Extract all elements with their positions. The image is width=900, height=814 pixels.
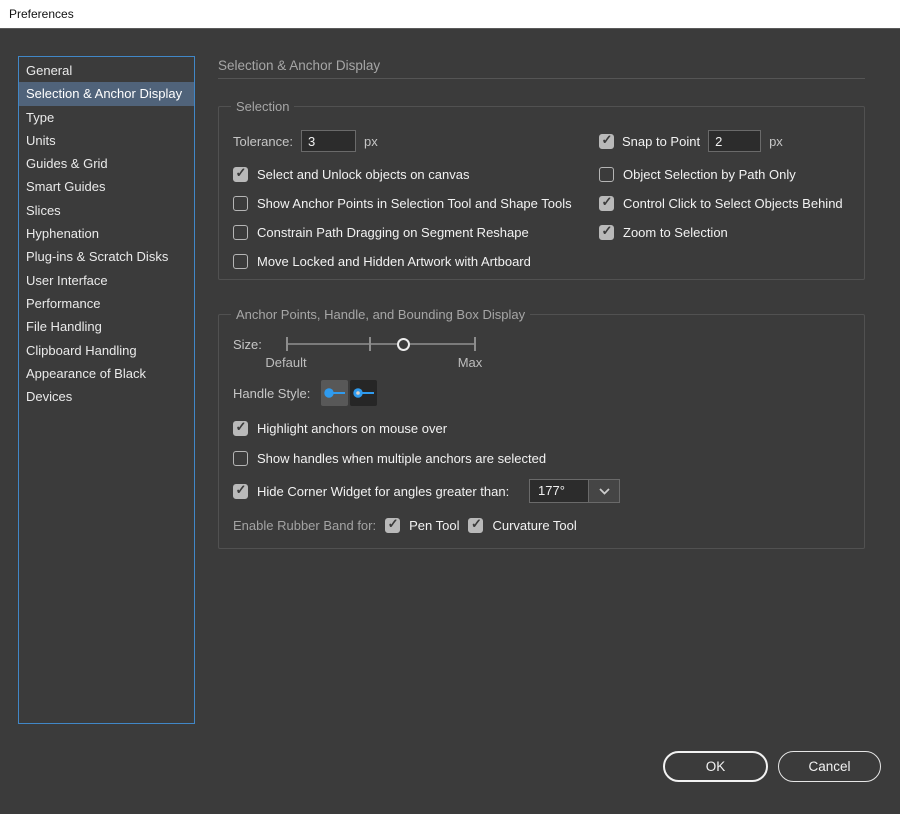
pen-tool-checkbox[interactable] (385, 518, 400, 533)
zoom-to-selection-checkbox[interactable] (599, 225, 614, 240)
checkbox-row: Object Selection by Path Only (599, 166, 796, 182)
slider-tick (369, 337, 371, 351)
tolerance-row: Tolerance: px (233, 130, 378, 152)
sidebar-item-clipboard-handling[interactable]: Clipboard Handling (19, 339, 194, 362)
sidebar-item-general[interactable]: General (19, 59, 194, 82)
sidebar-item-file-handling[interactable]: File Handling (19, 315, 194, 338)
sidebar-item-slices[interactable]: Slices (19, 199, 194, 222)
snap-to-point-row: Snap to Point px (599, 130, 783, 152)
slider-tick (474, 337, 476, 351)
checkbox-row: Zoom to Selection (599, 224, 728, 240)
highlight-anchors-checkbox[interactable] (233, 421, 248, 436)
sidebar-item-plugins-scratch-disks[interactable]: Plug-ins & Scratch Disks (19, 245, 194, 268)
object-selection-by-path-checkbox[interactable] (599, 167, 614, 182)
tolerance-unit: px (364, 134, 378, 149)
select-unlock-checkbox[interactable] (233, 167, 248, 182)
checkbox-row: Select and Unlock objects on canvas (233, 166, 469, 182)
control-click-select-behind-checkbox[interactable] (599, 196, 614, 211)
slider-max-label: Max (440, 355, 500, 370)
handle-style-label: Handle Style: (233, 386, 310, 401)
constrain-path-dragging-checkbox[interactable] (233, 225, 248, 240)
sidebar-item-selection-anchor-display[interactable]: Selection & Anchor Display (19, 82, 194, 105)
checkbox-row: Show handles when multiple anchors are s… (233, 450, 546, 466)
sidebar-item-units[interactable]: Units (19, 129, 194, 152)
sidebar-item-appearance-of-black[interactable]: Appearance of Black (19, 362, 194, 385)
rubber-band-label: Enable Rubber Band for: (233, 518, 376, 533)
size-label: Size: (233, 337, 262, 352)
preferences-dialog: General Selection & Anchor Display Type … (0, 28, 900, 814)
sidebar-item-type[interactable]: Type (19, 106, 194, 129)
window-title: Preferences (9, 7, 74, 21)
sidebar-item-smart-guides[interactable]: Smart Guides (19, 175, 194, 198)
size-slider[interactable] (286, 332, 476, 356)
snap-to-point-checkbox[interactable] (599, 134, 614, 149)
hide-corner-widget-checkbox[interactable] (233, 484, 248, 499)
page-title: Selection & Anchor Display (218, 58, 380, 73)
snap-to-point-input[interactable] (708, 130, 761, 152)
slider-track[interactable] (286, 343, 476, 345)
ok-button[interactable]: OK (663, 751, 768, 782)
checkbox-row: Move Locked and Hidden Artwork with Artb… (233, 253, 531, 269)
snap-to-point-unit: px (769, 134, 783, 149)
size-slider-knob[interactable] (397, 338, 410, 351)
tolerance-input[interactable] (301, 130, 356, 152)
cancel-button[interactable]: Cancel (778, 751, 881, 782)
sidebar-item-user-interface[interactable]: User Interface (19, 269, 194, 292)
sidebar-item-performance[interactable]: Performance (19, 292, 194, 315)
handle-style-filled-button[interactable] (321, 380, 348, 406)
header-divider (218, 78, 865, 79)
corner-angle-select[interactable]: 177° (529, 479, 620, 503)
handle-style-hollow-button[interactable] (350, 380, 377, 406)
selection-group: Selection Tolerance: px Snap to Point px… (218, 106, 865, 280)
chevron-down-icon[interactable] (589, 479, 620, 503)
checkbox-row: Show Anchor Points in Selection Tool and… (233, 195, 572, 211)
show-anchor-points-checkbox[interactable] (233, 196, 248, 211)
move-locked-artwork-checkbox[interactable] (233, 254, 248, 269)
hide-corner-widget-row: Hide Corner Widget for angles greater th… (233, 483, 509, 499)
window-titlebar: Preferences (0, 0, 900, 28)
slider-min-label: Default (256, 355, 316, 370)
checkbox-row: Highlight anchors on mouse over (233, 420, 447, 436)
selection-group-title: Selection (231, 99, 294, 114)
sidebar-item-hyphenation[interactable]: Hyphenation (19, 222, 194, 245)
anchor-group-title: Anchor Points, Handle, and Bounding Box … (231, 307, 530, 322)
show-handles-multiple-checkbox[interactable] (233, 451, 248, 466)
corner-angle-value: 177° (529, 479, 589, 503)
handle-hollow-icon (352, 387, 375, 399)
anchor-display-group: Anchor Points, Handle, and Bounding Box … (218, 314, 865, 549)
sidebar-item-guides-grid[interactable]: Guides & Grid (19, 152, 194, 175)
checkbox-row: Constrain Path Dragging on Segment Resha… (233, 224, 529, 240)
tolerance-label: Tolerance: (233, 134, 293, 149)
checkbox-row: Control Click to Select Objects Behind (599, 195, 843, 211)
curvature-tool-checkbox[interactable] (468, 518, 483, 533)
slider-tick (286, 337, 288, 351)
rubber-band-row: Enable Rubber Band for: Pen Tool Curvatu… (233, 517, 577, 533)
preferences-sidebar: General Selection & Anchor Display Type … (18, 56, 195, 724)
sidebar-item-devices[interactable]: Devices (19, 385, 194, 408)
handle-filled-icon (323, 387, 346, 399)
snap-to-point-label: Snap to Point (622, 134, 700, 149)
